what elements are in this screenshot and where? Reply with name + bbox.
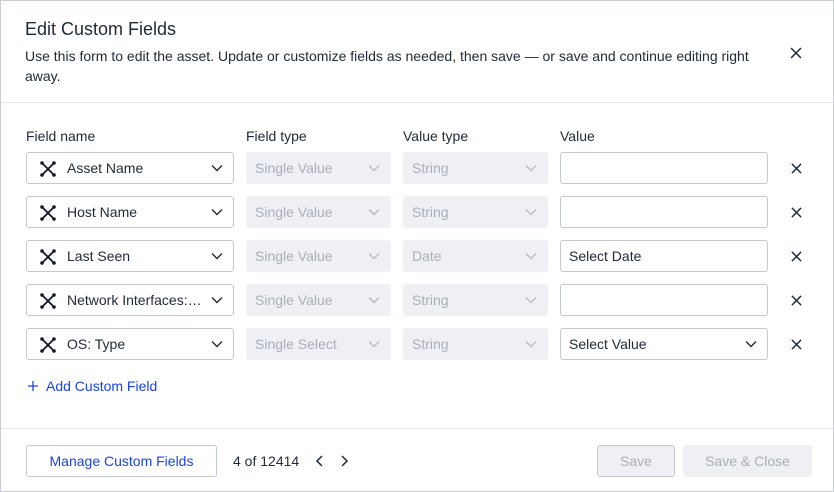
save-and-close-button[interactable]: Save & Close — [683, 445, 812, 477]
value-input[interactable] — [560, 152, 768, 184]
field-type-value: Single Value — [255, 204, 333, 220]
chevron-down-icon — [368, 341, 380, 348]
dialog-header: Edit Custom Fields Use this form to edit… — [1, 1, 833, 103]
field-name-value: Asset Name — [67, 160, 144, 176]
pagination-count: 4 of 12414 — [233, 453, 300, 469]
add-custom-field-label: Add Custom Field — [46, 378, 158, 394]
field-type-value: Single Value — [255, 248, 333, 264]
value-type-select: String — [403, 284, 548, 316]
custom-field-icon — [40, 337, 56, 353]
field-type-select: Single Value — [246, 240, 391, 272]
chevron-down-icon — [368, 297, 380, 304]
chevron-down-icon — [211, 341, 223, 348]
value-text: Select Value — [569, 336, 647, 352]
custom-field-icon — [40, 161, 56, 177]
value-type-value: String — [412, 292, 449, 308]
close-icon — [790, 250, 802, 262]
field-name-select[interactable]: Asset Name — [26, 152, 234, 184]
custom-field-icon — [40, 293, 56, 309]
value-type-select: Date — [403, 240, 548, 272]
custom-field-icon — [40, 249, 56, 265]
close-icon — [790, 206, 802, 218]
field-name-select[interactable]: Network Interfaces: ... — [26, 284, 234, 316]
chevron-down-icon — [525, 165, 537, 172]
column-header-field-type: Field type — [246, 128, 307, 144]
value-type-select: String — [403, 196, 548, 228]
chevron-down-icon — [368, 165, 380, 172]
remove-field-button[interactable] — [786, 202, 806, 222]
custom-field-row: Asset Name Single Value String — [1, 152, 833, 184]
value-type-select: String — [403, 328, 548, 360]
save-button[interactable]: Save — [597, 445, 675, 477]
close-icon — [790, 47, 802, 59]
edit-custom-fields-dialog: Edit Custom Fields Use this form to edit… — [0, 0, 834, 492]
chevron-down-icon — [745, 341, 757, 348]
value-type-value: String — [412, 336, 449, 352]
field-name-select[interactable]: OS: Type — [26, 328, 234, 360]
close-icon — [790, 294, 802, 306]
close-button[interactable] — [784, 41, 808, 65]
manage-custom-fields-button[interactable]: Manage Custom Fields — [26, 445, 217, 477]
field-type-select: Single Value — [246, 196, 391, 228]
dialog-title: Edit Custom Fields — [25, 19, 177, 39]
custom-field-row: Last Seen Single Value Date Select Date — [1, 240, 833, 272]
value-type-value: String — [412, 204, 449, 220]
remove-field-button[interactable] — [786, 334, 806, 354]
custom-field-icon — [40, 205, 56, 221]
field-name-value: OS: Type — [67, 336, 126, 352]
value-type-value: Date — [412, 248, 442, 264]
field-name-value: Network Interfaces: ... — [67, 292, 203, 308]
field-type-value: Single Value — [255, 292, 333, 308]
value-text: Select Date — [569, 248, 642, 264]
value-select[interactable]: Select Value — [560, 328, 768, 360]
remove-field-button[interactable] — [786, 158, 806, 178]
custom-field-row: OS: Type Single Select String Select Value — [1, 328, 833, 360]
chevron-down-icon — [211, 297, 223, 304]
column-header-value: Value — [560, 128, 595, 144]
field-name-select[interactable]: Host Name — [26, 196, 234, 228]
date-picker-input[interactable]: Select Date — [560, 240, 768, 272]
chevron-right-icon — [341, 455, 349, 467]
previous-button[interactable] — [310, 451, 330, 471]
field-name-select[interactable]: Last Seen — [26, 240, 234, 272]
remove-field-button[interactable] — [786, 246, 806, 266]
field-type-select: Single Value — [246, 152, 391, 184]
chevron-down-icon — [368, 253, 380, 260]
plus-icon — [28, 381, 38, 391]
chevron-left-icon — [315, 455, 323, 467]
chevron-down-icon — [525, 341, 537, 348]
chevron-down-icon — [211, 209, 223, 216]
field-name-value: Host Name — [67, 204, 138, 220]
column-header-field-name: Field name — [26, 128, 96, 144]
field-type-select: Single Select — [246, 328, 391, 360]
dialog-subtitle: Use this form to edit the asset. Update … — [25, 48, 749, 84]
custom-field-row: Host Name Single Value String — [1, 196, 833, 228]
chevron-down-icon — [525, 297, 537, 304]
chevron-down-icon — [211, 253, 223, 260]
value-type-value: String — [412, 160, 449, 176]
chevron-down-icon — [368, 209, 380, 216]
value-input[interactable] — [560, 196, 768, 228]
chevron-down-icon — [525, 209, 537, 216]
chevron-down-icon — [211, 165, 223, 172]
custom-field-row: Network Interfaces: ... Single Value Strin… — [1, 284, 833, 316]
add-custom-field-button[interactable]: Add Custom Field — [27, 378, 157, 394]
chevron-down-icon — [525, 253, 537, 260]
value-type-select: String — [403, 152, 548, 184]
column-header-value-type: Value type — [403, 128, 469, 144]
field-type-select: Single Value — [246, 284, 391, 316]
field-name-value: Last Seen — [67, 248, 131, 264]
value-input[interactable] — [560, 284, 768, 316]
dialog-footer: Manage Custom Fields 4 of 12414 Save Sav… — [1, 428, 833, 492]
field-type-value: Single Value — [255, 160, 333, 176]
close-icon — [790, 338, 802, 350]
close-icon — [790, 162, 802, 174]
remove-field-button[interactable] — [786, 290, 806, 310]
field-type-value: Single Select — [255, 336, 337, 352]
next-button[interactable] — [334, 451, 354, 471]
